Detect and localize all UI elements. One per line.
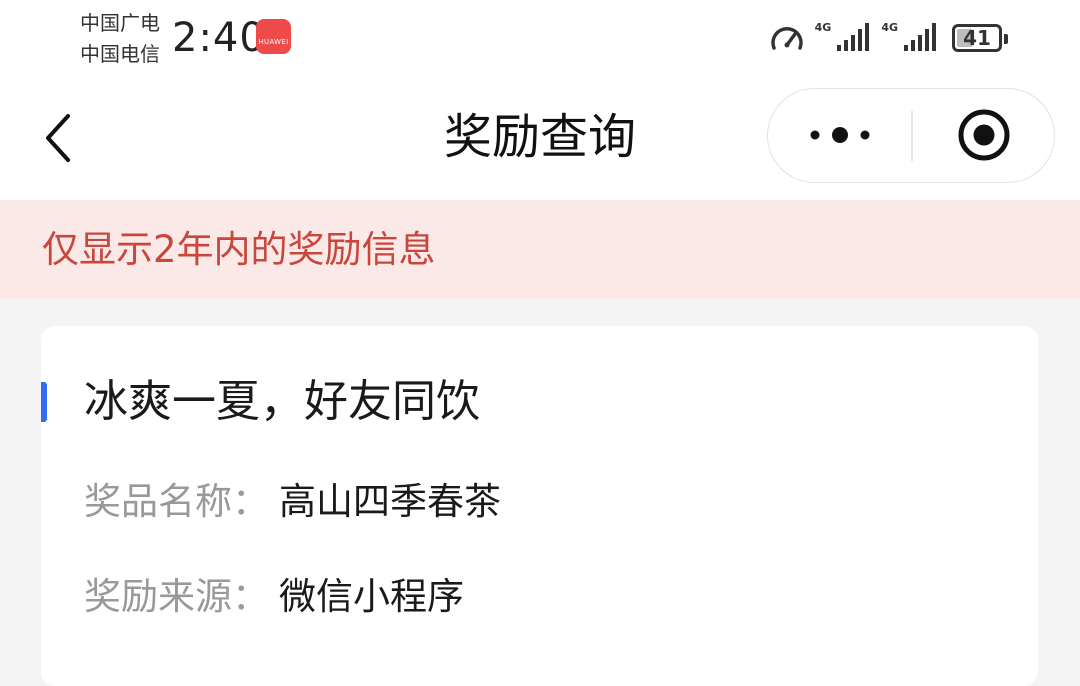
status-bar: 中国广电 中国电信 2:40 HUAWEI 4G 4G 41: [0, 0, 1080, 80]
close-button[interactable]: [913, 89, 1055, 181]
signal-strength-icon: [904, 23, 936, 51]
status-time: 2:40: [172, 15, 266, 61]
more-button[interactable]: [768, 89, 911, 181]
notice-text: 仅显示2年内的奖励信息: [42, 228, 436, 271]
navigation-bar: 奖励查询: [0, 80, 1080, 200]
notice-banner: 仅显示2年内的奖励信息: [0, 200, 1080, 299]
target-close-icon: [958, 109, 1010, 161]
carrier-1: 中国广电: [80, 11, 160, 35]
network-type-1: 4G: [814, 21, 832, 34]
app-badge-label: HUAWEI: [258, 37, 289, 46]
network-speed-icon: [770, 27, 803, 50]
reward-source-value: 微信小程序: [279, 575, 464, 618]
reward-info-row: 奖品名称： 高山四季春茶: [84, 479, 501, 525]
prize-name-value: 高山四季春茶: [279, 480, 501, 523]
reward-card[interactable]: 冰爽一夏，好友同饮 奖品名称： 高山四季春茶 奖励来源： 微信小程序: [41, 326, 1038, 686]
reward-title: 冰爽一夏，好友同饮: [84, 376, 480, 427]
more-dots-icon: [810, 127, 869, 143]
battery-icon: 41: [952, 24, 1008, 52]
carrier-info: 中国广电 中国电信: [80, 8, 160, 70]
title-accent-bar: [41, 382, 47, 422]
status-icons: 4G 4G 41: [769, 18, 1008, 58]
prize-name-label: 奖品名称：: [84, 480, 269, 523]
app-notification-icon: HUAWEI: [256, 19, 291, 54]
mini-program-capsule: [767, 88, 1055, 183]
network-type-2: 4G: [881, 21, 898, 34]
reward-info-row: 奖励来源： 微信小程序: [84, 574, 464, 620]
battery-level: 41: [963, 26, 991, 50]
signal-strength-icon: [837, 23, 870, 51]
carrier-2: 中国电信: [80, 42, 160, 66]
reward-source-label: 奖励来源：: [84, 575, 269, 618]
